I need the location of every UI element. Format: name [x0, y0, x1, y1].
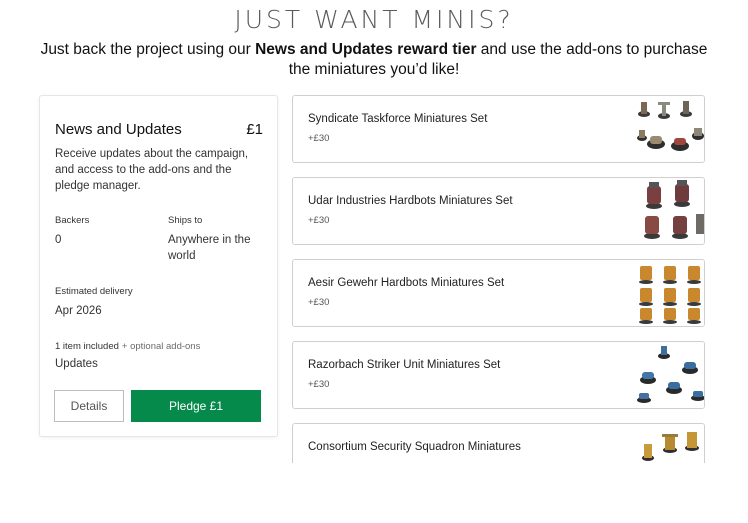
addon-list: Syndicate Taskforce Miniatures Set +£30 …	[292, 95, 706, 463]
ships-to-label: Ships to	[168, 215, 203, 226]
delivery-value: Apr 2026	[55, 305, 102, 317]
addon-price: +£30	[308, 215, 330, 226]
backers-label: Backers	[55, 215, 90, 226]
items-included-label: 1 item included	[55, 341, 119, 352]
addon-name: Aesir Gewehr Hardbots Miniatures Set	[308, 277, 505, 289]
razorbach-minis-image	[634, 342, 704, 408]
delivery-label: Estimated delivery	[55, 286, 133, 297]
included-row: 1 item included + optional add-ons	[55, 341, 200, 352]
syndicate-minis-image	[634, 96, 704, 162]
reward-price: £1	[246, 121, 263, 138]
intro-text-start: Just back the project using our	[40, 41, 256, 58]
reward-title: News and Updates	[55, 121, 182, 138]
reward-header: News and Updates £1	[55, 121, 263, 141]
optional-addons-label: + optional add-ons	[121, 341, 201, 352]
consortium-minis-image	[634, 424, 704, 463]
addon-name: Udar Industries Hardbots Miniatures Set	[308, 195, 513, 207]
pledge-button[interactable]: Pledge £1	[131, 390, 261, 422]
addon-card-udar[interactable]: Udar Industries Hardbots Miniatures Set …	[292, 177, 705, 245]
section-headline: JUST WANT MINIS?	[234, 5, 514, 34]
addon-price: +£30	[308, 133, 330, 144]
section-intro: Just back the project using our News and…	[40, 40, 708, 80]
addon-name: Consortium Security Squadron Miniatures	[308, 441, 521, 453]
reward-card: News and Updates £1 Receive updates abou…	[39, 95, 278, 437]
aesir-minis-image	[634, 260, 704, 326]
addon-name: Razorbach Striker Unit Miniatures Set	[308, 359, 501, 371]
addon-name: Syndicate Taskforce Miniatures Set	[308, 113, 488, 125]
udar-minis-image	[634, 178, 704, 244]
included-item: Updates	[55, 358, 98, 370]
backers-value: 0	[55, 234, 62, 246]
addon-card-razorbach[interactable]: Razorbach Striker Unit Miniatures Set +£…	[292, 341, 705, 409]
ships-to-value: Anywhere in the world	[168, 234, 251, 262]
addon-price: +£30	[308, 297, 330, 308]
details-button[interactable]: Details	[54, 390, 124, 422]
addon-card-syndicate[interactable]: Syndicate Taskforce Miniatures Set +£30	[292, 95, 705, 163]
addon-card-consortium[interactable]: Consortium Security Squadron Miniatures	[292, 423, 705, 463]
addon-price: +£30	[308, 379, 330, 390]
reward-description: Receive updates about the campaign, and …	[55, 148, 249, 192]
intro-text-bold: News and Updates reward tier	[255, 41, 477, 58]
addon-card-aesir[interactable]: Aesir Gewehr Hardbots Miniatures Set +£3…	[292, 259, 705, 327]
